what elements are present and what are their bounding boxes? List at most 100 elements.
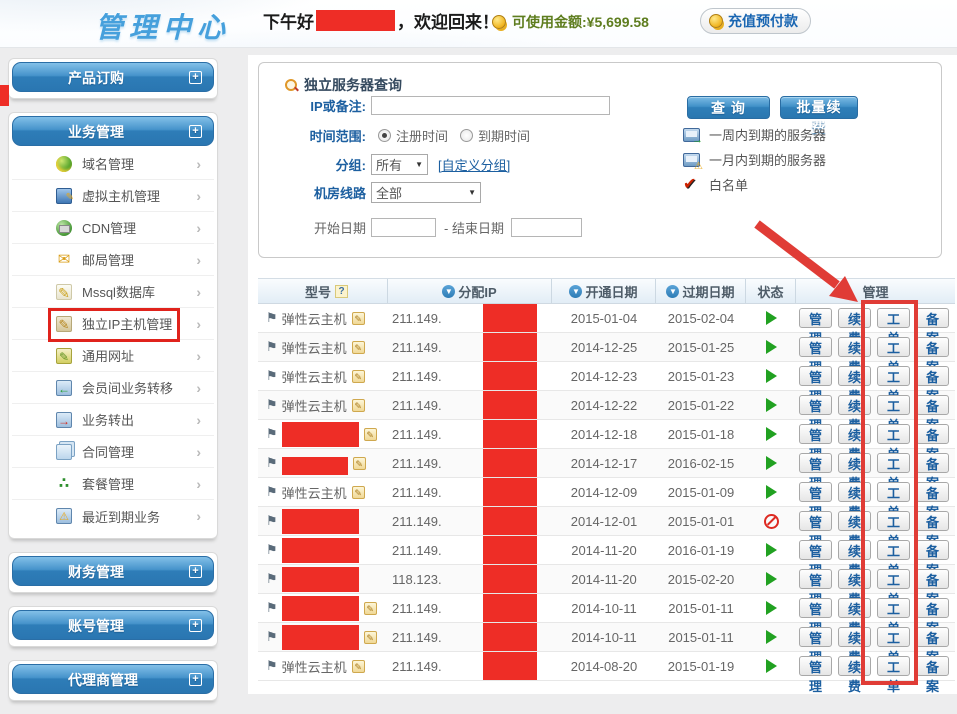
sidebar-section-产品订购[interactable]: 产品订购 <box>12 62 214 92</box>
action-button-续费[interactable]: 续费 <box>838 627 871 647</box>
action-button-工单[interactable]: 工单 <box>877 366 910 386</box>
action-button-工单[interactable]: 工单 <box>877 598 910 618</box>
action-button-管理[interactable]: 管理 <box>799 598 832 618</box>
sidebar-item-会员间业务转移[interactable]: 会员间业务转移 › <box>12 372 214 404</box>
sidebar-section-财务管理[interactable]: 财务管理 <box>12 556 214 586</box>
action-button-备案[interactable]: 备案 <box>916 656 949 676</box>
sidebar-item-最近到期业务[interactable]: 最近到期业务 › <box>12 500 214 532</box>
action-button-管理[interactable]: 管理 <box>799 569 832 589</box>
edit-note-icon[interactable] <box>352 399 365 412</box>
action-button-备案[interactable]: 备案 <box>916 337 949 357</box>
action-button-管理[interactable]: 管理 <box>799 482 832 502</box>
query-button[interactable]: 查 询 <box>687 96 770 119</box>
register-time-radio[interactable] <box>378 129 391 142</box>
sidebar-item-Mssql数据库[interactable]: Mssql数据库 › <box>12 276 214 308</box>
action-button-续费[interactable]: 续费 <box>838 569 871 589</box>
action-button-备案[interactable]: 备案 <box>916 366 949 386</box>
action-button-工单[interactable]: 工单 <box>877 540 910 560</box>
action-button-管理[interactable]: 管理 <box>799 627 832 647</box>
sidebar-item-域名管理[interactable]: 域名管理 › <box>12 148 214 180</box>
action-button-续费[interactable]: 续费 <box>838 656 871 676</box>
sort-icon[interactable] <box>442 285 455 298</box>
action-button-续费[interactable]: 续费 <box>838 424 871 444</box>
edit-note-icon[interactable] <box>352 370 365 383</box>
action-button-续费[interactable]: 续费 <box>838 308 871 328</box>
action-button-备案[interactable]: 备案 <box>916 424 949 444</box>
sidebar-item-虚拟主机管理[interactable]: 虚拟主机管理 › <box>12 180 214 212</box>
action-button-续费[interactable]: 续费 <box>838 366 871 386</box>
action-button-管理[interactable]: 管理 <box>799 337 832 357</box>
action-button-工单[interactable]: 工单 <box>877 337 910 357</box>
expand-icon[interactable] <box>189 565 202 578</box>
action-button-管理[interactable]: 管理 <box>799 453 832 473</box>
action-button-备案[interactable]: 备案 <box>916 511 949 531</box>
action-button-备案[interactable]: 备案 <box>916 453 949 473</box>
expire-time-radio[interactable] <box>460 129 473 142</box>
edit-note-icon[interactable] <box>352 341 365 354</box>
group-select[interactable]: 所有 ▼ <box>371 154 428 175</box>
expand-icon[interactable] <box>189 673 202 686</box>
edit-note-icon[interactable] <box>352 660 365 673</box>
action-button-备案[interactable]: 备案 <box>916 482 949 502</box>
action-button-工单[interactable]: 工单 <box>877 627 910 647</box>
action-button-续费[interactable]: 续费 <box>838 337 871 357</box>
action-button-工单[interactable]: 工单 <box>877 308 910 328</box>
edit-note-icon[interactable] <box>353 457 366 470</box>
action-button-续费[interactable]: 续费 <box>838 598 871 618</box>
action-button-备案[interactable]: 备案 <box>916 308 949 328</box>
action-button-备案[interactable]: 备案 <box>916 540 949 560</box>
expand-icon[interactable] <box>189 125 202 138</box>
action-button-续费[interactable]: 续费 <box>838 511 871 531</box>
edit-note-icon[interactable] <box>364 602 377 615</box>
sidebar-section-代理商管理[interactable]: 代理商管理 <box>12 664 214 694</box>
action-button-工单[interactable]: 工单 <box>877 482 910 502</box>
action-button-工单[interactable]: 工单 <box>877 569 910 589</box>
action-button-管理[interactable]: 管理 <box>799 656 832 676</box>
action-button-备案[interactable]: 备案 <box>916 569 949 589</box>
action-button-工单[interactable]: 工单 <box>877 453 910 473</box>
action-button-续费[interactable]: 续费 <box>838 453 871 473</box>
action-button-续费[interactable]: 续费 <box>838 482 871 502</box>
sidebar-section-业务管理[interactable]: 业务管理 <box>12 116 214 146</box>
action-button-工单[interactable]: 工单 <box>877 424 910 444</box>
edit-note-icon[interactable] <box>364 631 377 644</box>
ip-remark-input[interactable] <box>371 96 610 115</box>
end-date-input[interactable] <box>511 218 582 237</box>
sidebar-item-邮局管理[interactable]: 邮局管理 › <box>12 244 214 276</box>
batch-renew-button[interactable]: 批量续费 <box>780 96 858 119</box>
action-button-续费[interactable]: 续费 <box>838 395 871 415</box>
expand-icon[interactable] <box>189 619 202 632</box>
expand-icon[interactable] <box>189 71 202 84</box>
action-button-续费[interactable]: 续费 <box>838 540 871 560</box>
action-button-管理[interactable]: 管理 <box>799 395 832 415</box>
sidebar-item-合同管理[interactable]: 合同管理 › <box>12 436 214 468</box>
sidebar-item-通用网址[interactable]: 通用网址 › <box>12 340 214 372</box>
start-date-input[interactable] <box>371 218 436 237</box>
sidebar-item-CDN管理[interactable]: CDN管理 › <box>12 212 214 244</box>
sidebar-item-套餐管理[interactable]: 套餐管理 › <box>12 468 214 500</box>
action-button-工单[interactable]: 工单 <box>877 395 910 415</box>
sort-icon[interactable] <box>666 285 679 298</box>
recharge-button[interactable]: 充值预付款 <box>700 8 811 34</box>
action-button-工单[interactable]: 工单 <box>877 656 910 676</box>
action-button-管理[interactable]: 管理 <box>799 308 832 328</box>
sort-icon[interactable] <box>569 285 582 298</box>
action-button-备案[interactable]: 备案 <box>916 627 949 647</box>
edit-note-icon[interactable] <box>352 486 365 499</box>
action-button-工单[interactable]: 工单 <box>877 511 910 531</box>
action-button-备案[interactable]: 备案 <box>916 395 949 415</box>
sidebar-item-独立IP主机管理[interactable]: 独立IP主机管理 › <box>12 308 214 340</box>
datacenter-line-select[interactable]: 全部 ▼ <box>371 182 481 203</box>
edit-note-icon[interactable] <box>352 312 365 325</box>
action-button-管理[interactable]: 管理 <box>799 540 832 560</box>
sidebar-section-账号管理[interactable]: 账号管理 <box>12 610 214 640</box>
edit-note-icon[interactable] <box>364 428 377 441</box>
action-button-管理[interactable]: 管理 <box>799 511 832 531</box>
expire-date-cell: 2015-02-20 <box>656 565 746 593</box>
custom-group-link[interactable]: [自定义分组] <box>438 155 510 174</box>
action-button-备案[interactable]: 备案 <box>916 598 949 618</box>
help-icon[interactable] <box>335 285 348 298</box>
action-button-管理[interactable]: 管理 <box>799 424 832 444</box>
sidebar-item-业务转出[interactable]: 业务转出 › <box>12 404 214 436</box>
action-button-管理[interactable]: 管理 <box>799 366 832 386</box>
